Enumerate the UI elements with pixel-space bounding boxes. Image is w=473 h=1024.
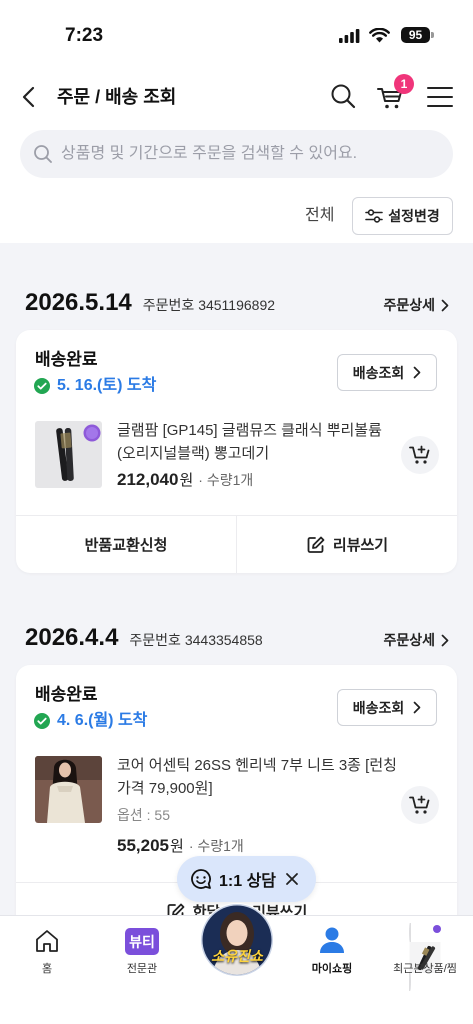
delivery-status: 배송완료 — [35, 685, 98, 704]
order-date: 2026.4.4 — [25, 624, 119, 651]
order-detail-label: 주문상세 — [383, 297, 435, 313]
arrival-date: 4. 6.(월) 도착 — [57, 712, 148, 729]
product-price: 55,205 — [117, 836, 169, 855]
tab-beauty[interactable]: 뷰티 전문관 — [95, 916, 189, 988]
menu-icon[interactable] — [427, 86, 453, 108]
recent-thumb-circle — [409, 923, 441, 991]
tab-my-shopping[interactable]: 마이쇼핑 — [285, 916, 379, 988]
recent-new-dot — [433, 925, 441, 933]
track-delivery-label: 배송조회 — [352, 364, 405, 381]
product-name[interactable]: 코어 어센틱 26SS 헨리넥 7부 니트 3종 [런칭 가격 79,900원] — [117, 754, 397, 800]
signal-icon — [339, 29, 360, 43]
add-to-cart-button[interactable] — [401, 786, 439, 824]
tab-recent-label: 최근본상품/찜 — [393, 963, 457, 975]
tab-beauty-label: 전문관 — [126, 963, 158, 975]
order-detail-label: 주문상세 — [383, 632, 435, 648]
product-image[interactable] — [35, 756, 102, 823]
cart-add-icon — [409, 445, 431, 465]
cart-count-badge: 1 — [394, 74, 414, 94]
order-header: 2026.5.14 주문번호 3451196892 — [25, 288, 275, 318]
battery-nub — [431, 32, 434, 38]
return-exchange-button[interactable]: 반품교환신청 — [16, 516, 236, 573]
product-quantity: · 수량1개 — [188, 838, 244, 854]
recent-item-thumbnail — [409, 923, 441, 991]
chat-consult-chip[interactable]: 1:1 상담 — [177, 856, 316, 902]
battery-level: 95 — [408, 28, 423, 42]
track-delivery-button[interactable]: 배송조회 — [337, 354, 437, 391]
order-number: 주문번호 3443354858 — [129, 632, 263, 648]
order-date: 2026.5.14 — [25, 289, 132, 316]
tab-recent[interactable]: 최근본상품/찜 — [378, 916, 472, 991]
order-number: 주문번호 3451196892 — [142, 297, 276, 313]
price-row: 212,040 원 · 수량1개 — [117, 469, 253, 490]
check-circle-icon — [34, 378, 50, 394]
write-review-button[interactable]: 리뷰쓰기 — [237, 516, 457, 573]
chevron-right-icon — [413, 366, 421, 379]
order-header: 2026.4.4 주문번호 3443354858 — [25, 623, 263, 653]
product-image[interactable] — [35, 421, 102, 488]
live-show-button[interactable]: 소유진쇼 — [200, 903, 274, 977]
filter-current-period[interactable]: 전체 — [305, 206, 334, 226]
chevron-right-icon — [413, 701, 421, 714]
order-search-input[interactable] — [61, 145, 446, 163]
beauty-badge: 뷰티 — [125, 928, 159, 955]
product-name[interactable]: 글램팜 [GP145] 글램뮤즈 클래식 뿌리볼륨 (오리지널블랙) 뽕고데기 — [117, 419, 397, 465]
filter-settings-button[interactable]: 설정변경 — [352, 197, 453, 235]
check-circle-icon — [34, 713, 50, 729]
chevron-right-icon — [441, 634, 449, 647]
order-detail-link[interactable]: 주문상세 — [383, 630, 449, 650]
product-option: 옵션 : 55 — [117, 807, 171, 823]
page-title: 주문 / 배송 조회 — [57, 87, 177, 107]
product-price: 212,040 — [117, 470, 179, 489]
return-exchange-label: 반품교환신청 — [84, 537, 168, 554]
tab-my-shopping-label: 마이쇼핑 — [311, 963, 353, 975]
track-delivery-label: 배송조회 — [352, 699, 405, 716]
person-icon — [317, 925, 347, 955]
order-card: 배송완료 5. 16.(토) 도착 배송조회 글램팜 [GP145] 글램뮤즈 … — [16, 330, 457, 573]
order-group: 2026.5.14 주문번호 3451196892 주문상세 배송완료 5. 1… — [0, 283, 473, 583]
cart-add-icon — [409, 795, 431, 815]
order-search-bar[interactable] — [20, 130, 453, 178]
arrival-date: 5. 16.(토) 도착 — [57, 377, 157, 394]
price-row: 55,205 원 · 수량1개 — [117, 835, 244, 856]
arrival-info: 4. 6.(월) 도착 — [34, 711, 147, 731]
order-detail-link[interactable]: 주문상세 — [383, 295, 449, 315]
search-icon[interactable] — [330, 83, 356, 109]
delivery-status: 배송완료 — [35, 350, 98, 369]
add-to-cart-button[interactable] — [401, 436, 439, 474]
beauty-badge-icon: 뷰티 — [125, 928, 159, 955]
tab-home[interactable]: 홈 — [0, 916, 94, 988]
live-show-title: 소유진쇼 — [211, 948, 263, 964]
status-time: 7:23 — [65, 25, 104, 46]
tab-home-label: 홈 — [41, 963, 53, 975]
sliders-icon — [365, 208, 384, 224]
battery-icon: 95 — [401, 27, 430, 43]
chevron-right-icon — [441, 299, 449, 312]
price-currency: 원 — [179, 472, 194, 489]
price-currency: 원 — [170, 838, 184, 855]
chat-smile-icon — [190, 868, 212, 890]
back-icon[interactable] — [18, 85, 42, 109]
edit-icon — [306, 535, 326, 555]
product-quantity: · 수량1개 — [198, 472, 254, 488]
search-field-icon — [33, 144, 53, 164]
track-delivery-button[interactable]: 배송조회 — [337, 689, 437, 726]
home-icon — [33, 927, 61, 955]
arrival-info: 5. 16.(토) 도착 — [34, 376, 156, 396]
write-review-label: 리뷰쓰기 — [332, 537, 389, 554]
wifi-icon — [369, 28, 390, 43]
close-icon[interactable] — [285, 872, 299, 886]
chat-consult-label: 1:1 상담 — [219, 873, 277, 890]
filter-settings-label: 설정변경 — [388, 208, 440, 224]
